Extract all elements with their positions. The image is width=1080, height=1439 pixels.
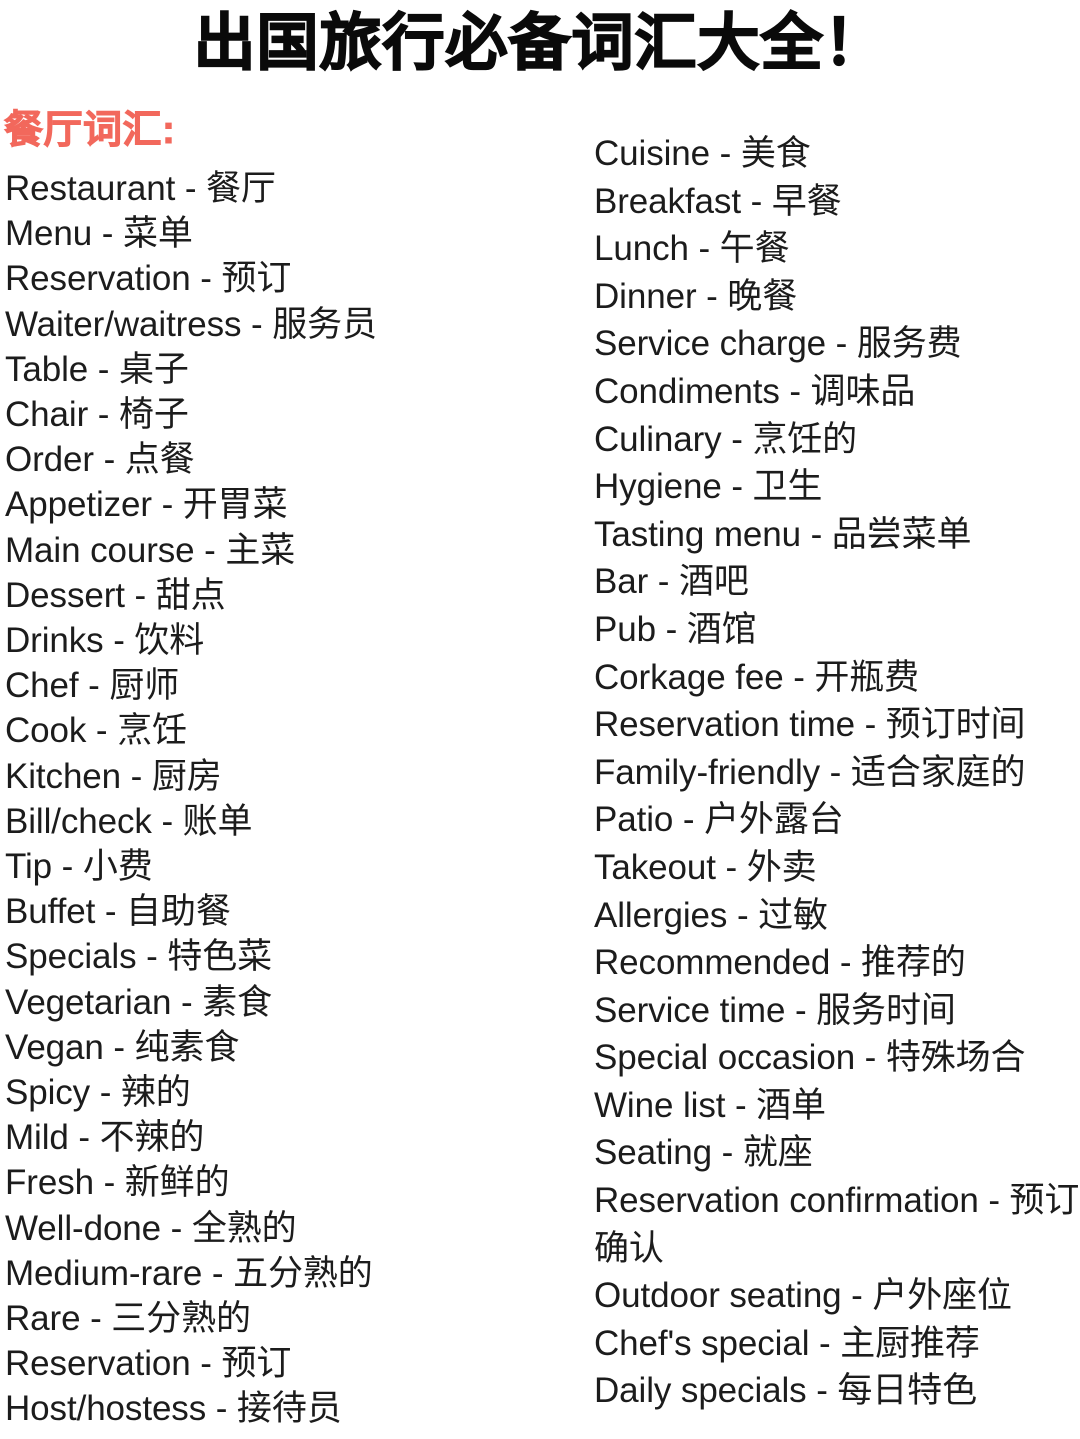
- vocabulary-entry: Daily specials - 每日特色: [594, 1371, 977, 1411]
- vocabulary-entry: Family-friendly - 适合家庭的: [594, 752, 1026, 792]
- vocabulary-entry: Dessert - 甜点: [5, 575, 226, 615]
- vocabulary-entry: Tasting menu - 品尝菜单: [594, 514, 972, 554]
- vocabulary-entry: Main course - 主菜: [5, 530, 296, 570]
- vocabulary-entry: Chef - 厨师: [5, 666, 180, 706]
- vocabulary-entry: Well-done - 全熟的: [5, 1208, 297, 1248]
- vocabulary-entry: Outdoor seating - 户外座位: [594, 1276, 1012, 1316]
- vocabulary-entry: Special occasion - 特殊场合: [594, 1038, 1026, 1078]
- vocabulary-entry: Culinary - 烹饪的: [594, 419, 858, 459]
- vocabulary-entry: Reservation - 预订: [5, 1344, 292, 1384]
- vocabulary-entry: Specials - 特色菜: [5, 937, 272, 977]
- vocabulary-entry: Chef's special - 主厨推荐: [594, 1323, 980, 1363]
- vocabulary-entry: Vegan - 纯素食: [5, 1027, 240, 1067]
- vocabulary-entry: Service time - 服务时间: [594, 990, 956, 1030]
- vocabulary-entry: Patio - 户外露台: [594, 800, 844, 840]
- vocabulary-entry: Reservation time - 预订时间: [594, 705, 1026, 745]
- vocabulary-entry: Seating - 就座: [594, 1133, 813, 1173]
- vocabulary-entry: Allergies - 过敏: [594, 895, 828, 935]
- vocabulary-entry: Reservation - 预订: [5, 259, 292, 299]
- vocabulary-entry: Cook - 烹饪: [5, 711, 187, 751]
- page-title: 出国旅行必备词汇大全！: [193, 8, 887, 79]
- vocabulary-entry: Host/hostess - 接待员: [5, 1389, 342, 1429]
- vocabulary-entry: Buffet - 自助餐: [5, 892, 231, 932]
- vocabulary-entry: Lunch - 午餐: [594, 229, 790, 269]
- vocabulary-entry: Medium-rare - 五分熟的: [5, 1253, 373, 1293]
- vocabulary-column-right: Cuisine - 美食 Breakfast - 早餐 Lunch - 午餐 Dinn…: [594, 130, 1080, 1415]
- vocabulary-entry: Drinks - 饮料: [5, 621, 205, 661]
- vocabulary-entry: Dinner - 晚餐: [594, 276, 798, 316]
- vocabulary-entry: Cuisine - 美食: [594, 134, 811, 173]
- vocabulary-entry: Wine list - 酒单: [594, 1085, 826, 1125]
- vocabulary-entry: Vegetarian - 素食: [5, 982, 272, 1022]
- vocabulary-entry: Pub - 酒馆: [594, 609, 757, 649]
- vocabulary-entry: Kitchen - 厨房: [5, 756, 222, 796]
- vocabulary-infographic: 出国旅行必备词汇大全！ 餐厅词汇: Restaurant - 餐厅 Menu - …: [0, 0, 1080, 1439]
- section-heading-restaurant: 餐厅词汇:: [4, 109, 176, 153]
- vocabulary-column-left: Restaurant - 餐厅 Menu - 菜单 Reservation - 预订…: [5, 166, 580, 1432]
- vocabulary-entry: Waiter/waitress - 服务员: [5, 304, 377, 344]
- vocabulary-entry: Restaurant - 餐厅: [5, 169, 276, 208]
- vocabulary-entry: Recommended - 推荐的: [594, 943, 966, 983]
- vocabulary-entry: Table - 桌子: [5, 349, 189, 389]
- vocabulary-entry: Spicy - 辣的: [5, 1073, 191, 1113]
- vocabulary-entry: Menu - 菜单: [5, 214, 193, 254]
- vocabulary-entry: Reservation confirmation - 预订确认: [594, 1181, 1080, 1268]
- vocabulary-entry: Hygiene - 卫生: [594, 467, 823, 507]
- vocabulary-entry: Tip - 小费: [5, 847, 153, 887]
- vocabulary-entry: Bill/check - 账单: [5, 801, 253, 841]
- vocabulary-entry: Condiments - 调味品: [594, 371, 916, 411]
- vocabulary-entry: Bar - 酒吧: [594, 562, 749, 602]
- vocabulary-entry: Appetizer - 开胃菜: [5, 485, 288, 525]
- vocabulary-entry: Rare - 三分熟的: [5, 1299, 251, 1339]
- vocabulary-entry: Breakfast - 早餐: [594, 181, 842, 221]
- vocabulary-entry: Service charge - 服务费: [594, 324, 962, 364]
- vocabulary-entry: Takeout - 外卖: [594, 847, 817, 887]
- vocabulary-entry: Order - 点餐: [5, 440, 195, 480]
- vocabulary-entry: Chair - 椅子: [5, 395, 189, 435]
- vocabulary-entry: Corkage fee - 开瓶费: [594, 657, 920, 697]
- vocabulary-entry: Fresh - 新鲜的: [5, 1163, 230, 1203]
- vocabulary-entry: Mild - 不辣的: [5, 1118, 205, 1158]
